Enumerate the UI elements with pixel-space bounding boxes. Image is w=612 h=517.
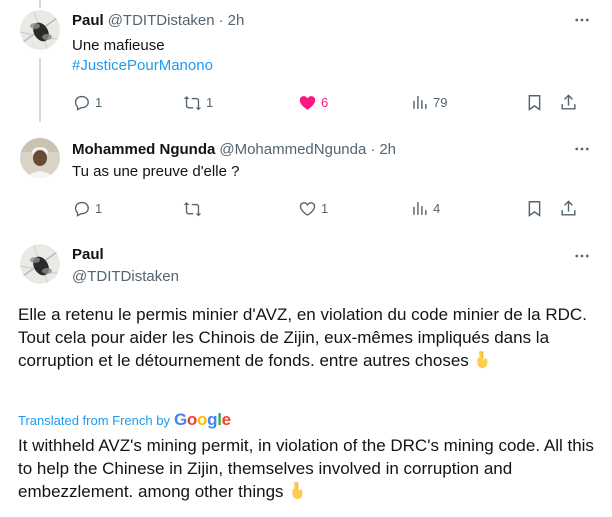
like-count: 1 [321,200,329,216]
avatar[interactable] [20,244,60,284]
retweet-icon [183,95,202,110]
reply-button[interactable]: 1 [72,197,102,219]
retweet-icon [183,201,202,216]
like-count: 6 [321,94,329,110]
heart-icon [299,201,316,216]
pointing-down-emoji [473,351,491,369]
views-count: 4 [433,200,441,216]
action-bar: 1 1 6 79 [62,91,592,113]
timestamp[interactable]: 2h [379,141,396,158]
retweet-button[interactable]: 1 [183,91,213,113]
more-icon[interactable] [572,10,592,30]
reply-count: 1 [95,200,103,216]
views-count: 79 [433,94,448,110]
bookmark-button[interactable] [525,91,544,113]
reply-icon [74,201,89,217]
share-icon [561,93,576,110]
views-button[interactable]: 4 [410,197,440,219]
translation-text: It withheld AVZ's mining permit, in viol… [18,434,602,503]
tweet-text: Une mafieuse #JusticePourManono [72,36,213,76]
tweet-text-line: Tu as une preuve d'elle ? [72,163,240,180]
tweet-header: Mohammed Ngunda @MohammedNgunda · 2h [72,139,396,159]
thread-line [39,0,41,8]
author-handle[interactable]: @TDITDistaken [108,12,215,29]
more-icon[interactable] [572,139,592,159]
avatar[interactable] [20,138,60,178]
more-icon[interactable] [572,246,592,266]
bookmark-icon [528,200,541,217]
hashtag-link[interactable]: #JusticePourManono [72,56,213,76]
bookmark-icon [528,94,541,111]
translation-content: It withheld AVZ's mining permit, in viol… [18,436,594,501]
views-button[interactable]: 79 [410,91,447,113]
separator: · [218,11,224,29]
timestamp[interactable]: 2h [228,12,245,29]
reply-count: 1 [95,94,103,110]
share-icon [561,199,576,216]
google-logo: Google [173,410,231,429]
tweet-text-content: Elle a retenu le permis minier d'AVZ, en… [18,305,587,370]
author-handle[interactable]: @TDITDistaken [72,268,179,285]
retweet-button[interactable] [183,197,206,219]
like-button[interactable]: 6 [298,91,328,113]
tweet-header: Paul @TDITDistaken · 2h [72,10,244,30]
author-handle[interactable]: @MohammedNgunda [219,141,366,158]
pointing-down-emoji [288,482,306,500]
views-icon [413,95,427,109]
bookmark-button[interactable] [525,197,544,219]
translated-by-link[interactable]: Translated from French by Google [18,410,231,430]
retweet-count: 1 [206,94,214,110]
tweet-text: Elle a retenu le permis minier d'AVZ, en… [18,303,598,372]
reply-icon [74,95,89,111]
author-name[interactable]: Mohammed Ngunda [72,141,215,158]
translated-label: Translated from French by [18,412,170,428]
avatar[interactable] [20,10,60,50]
author-name[interactable]: Paul [72,12,104,29]
tweet-text-line: Une mafieuse [72,37,165,54]
reply-button[interactable]: 1 [72,91,102,113]
views-icon [413,201,427,215]
heart-icon [299,95,316,110]
separator: · [370,140,376,158]
share-button[interactable] [559,197,578,219]
author-name[interactable]: Paul [72,246,104,263]
share-button[interactable] [559,91,578,113]
thread-line [39,58,41,122]
action-bar: 1 1 4 [62,197,592,219]
like-button[interactable]: 1 [298,197,328,219]
tweet-text: Tu as une preuve d'elle ? [72,162,239,182]
